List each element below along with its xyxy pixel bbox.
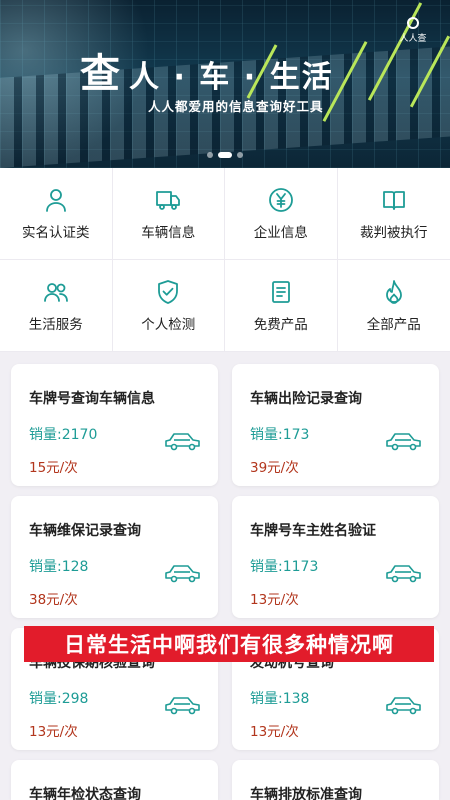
product-card[interactable]: 车辆出险记录查询 销量:173 39元/次 — [232, 364, 439, 486]
product-price: 38元/次 — [29, 592, 78, 608]
product-card[interactable]: 车牌号车主姓名验证 销量:1173 13元/次 — [232, 496, 439, 618]
car-icon — [386, 565, 421, 583]
product-sales: 销量:173 — [250, 427, 310, 443]
banner-carousel[interactable]: 人人查 查 人 · 车 · 生活 人人都爱用的信息查询好工具 — [0, 0, 450, 168]
car-icon — [165, 697, 200, 715]
banner-title-text: 人 · 车 · 生活 — [129, 60, 334, 95]
product-card[interactable]: 车辆排放标准查询 — [232, 760, 439, 800]
book-icon — [382, 190, 405, 210]
product-card[interactable]: 车辆维保记录查询 销量:128 38元/次 — [11, 496, 218, 618]
category-grid: 实名认证类 车辆信息 企业信息 裁判被执行 生活服务 个人检测 免费产品 全部产… — [0, 168, 450, 352]
product-price: 15元/次 — [29, 460, 78, 476]
brand-logo: 人人查 — [393, 17, 433, 44]
product-name: 车辆维保记录查询 — [29, 523, 141, 539]
category-personal-check[interactable]: 个人检测 — [112, 260, 225, 352]
shield-check-icon — [158, 279, 179, 304]
category-all-products[interactable]: 全部产品 — [337, 260, 450, 352]
category-court-enforcement[interactable]: 裁判被执行 — [337, 168, 450, 260]
car-icon — [165, 565, 200, 583]
carousel-dot[interactable] — [207, 152, 213, 158]
category-label: 裁判被执行 — [360, 224, 428, 241]
document-icon — [271, 280, 290, 303]
category-label: 个人检测 — [141, 316, 196, 333]
category-free-products[interactable]: 免费产品 — [225, 260, 338, 352]
category-label: 实名认证类 — [22, 224, 90, 241]
person-icon — [45, 188, 66, 212]
product-name: 车牌号车主姓名验证 — [250, 523, 376, 539]
product-name: 车辆年检状态查询 — [29, 787, 141, 800]
category-enterprise-info[interactable]: 企业信息 — [225, 168, 338, 260]
truck-icon — [156, 190, 181, 210]
brand-name: 人人查 — [399, 34, 427, 44]
category-label: 全部产品 — [366, 316, 421, 333]
category-vehicle-info[interactable]: 车辆信息 — [112, 168, 225, 260]
product-price: 13元/次 — [250, 724, 299, 740]
category-identity-verification[interactable]: 实名认证类 — [0, 168, 113, 260]
yen-coin-icon — [268, 187, 293, 212]
carousel-dot[interactable] — [237, 152, 243, 158]
banner-title: 查 人 · 车 · 生活 — [80, 52, 334, 96]
product-price: 13元/次 — [29, 724, 78, 740]
carousel-dot-active[interactable] — [218, 152, 232, 158]
product-price: 13元/次 — [250, 592, 299, 608]
product-card[interactable]: 车辆年检状态查询 — [11, 760, 218, 800]
category-label: 企业信息 — [253, 224, 308, 241]
car-icon — [165, 433, 200, 451]
car-icon — [386, 697, 421, 715]
product-sales: 销量:138 — [250, 691, 310, 707]
product-sales: 销量:298 — [29, 691, 89, 707]
car-icon — [386, 433, 421, 451]
product-name: 车辆排放标准查询 — [250, 787, 362, 800]
category-label: 免费产品 — [253, 316, 308, 333]
product-price: 39元/次 — [250, 460, 299, 476]
flame-icon — [385, 279, 402, 304]
product-name: 车牌号查询车辆信息 — [29, 391, 155, 407]
category-life-services[interactable]: 生活服务 — [0, 260, 113, 352]
category-label: 生活服务 — [28, 316, 83, 333]
banner-logo-char: 查 — [80, 51, 121, 97]
product-sales: 销量:128 — [29, 559, 89, 575]
banner-subtitle: 人人都爱用的信息查询好工具 — [148, 99, 324, 114]
product-card[interactable]: 车牌号查询车辆信息 销量:2170 15元/次 — [11, 364, 218, 486]
carousel-indicator — [0, 152, 450, 158]
product-list: 车牌号查询车辆信息 销量:2170 15元/次 车辆出险记录查询 销量:173 … — [0, 352, 450, 800]
product-sales: 销量:2170 — [29, 427, 98, 443]
subtitle-caption: 日常生活中啊我们有很多种情况啊 — [24, 626, 434, 662]
people-icon — [43, 282, 68, 302]
brand-logo-icon — [407, 17, 419, 29]
category-label: 车辆信息 — [141, 224, 196, 241]
product-name: 车辆出险记录查询 — [250, 391, 362, 407]
product-sales: 销量:1173 — [250, 559, 319, 575]
